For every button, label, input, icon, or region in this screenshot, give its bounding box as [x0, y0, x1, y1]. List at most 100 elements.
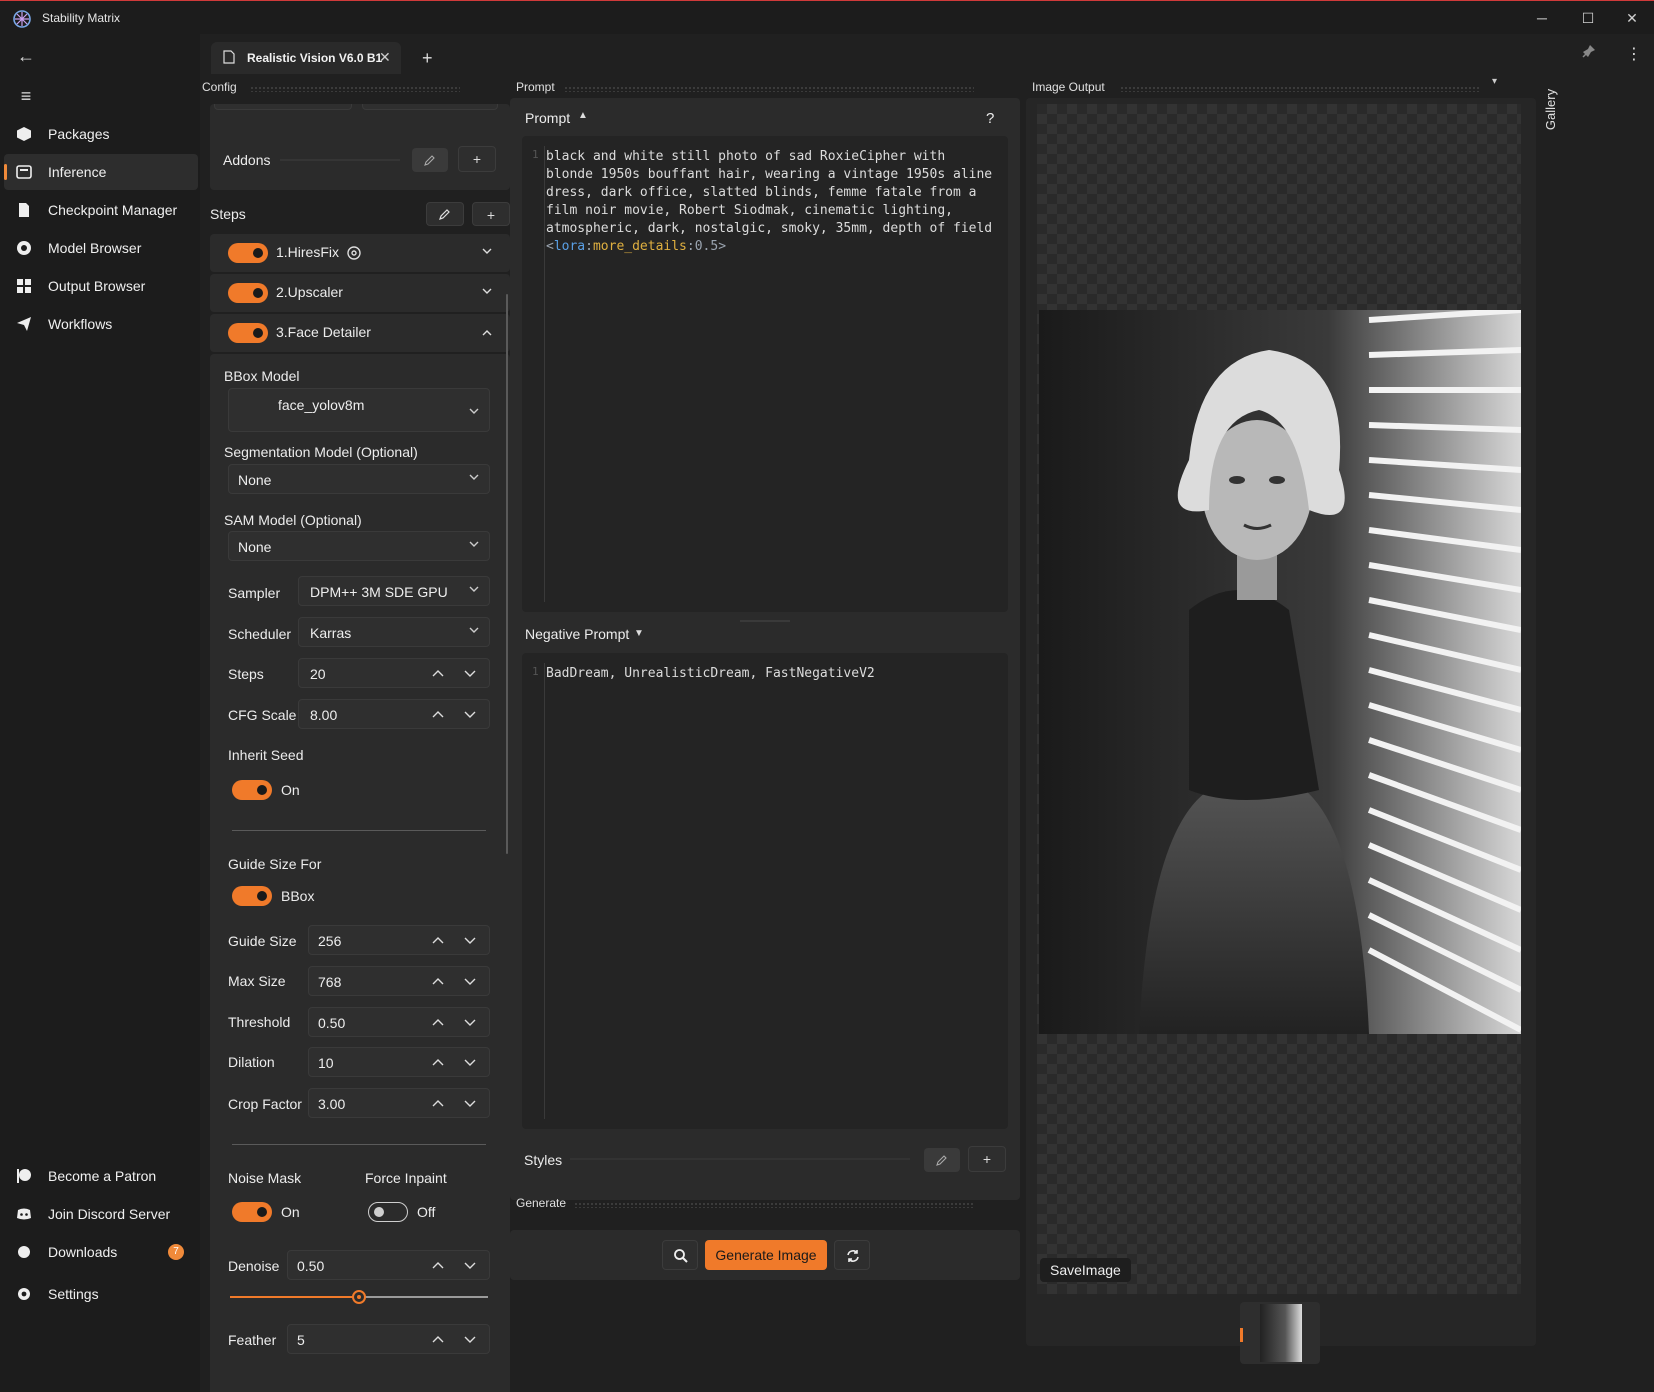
crop-factor-input[interactable]: 3.00	[308, 1088, 490, 1118]
thumbnail-image[interactable]	[1260, 1304, 1302, 1362]
max-size-input[interactable]: 768	[308, 966, 490, 996]
more-options-icon[interactable]: ⋮	[1626, 44, 1642, 64]
sidebar-item-downloads[interactable]: Downloads 7	[4, 1234, 198, 1270]
increment-icon[interactable]	[431, 1055, 445, 1069]
close-window-button[interactable]: ✕	[1620, 7, 1644, 29]
steps-section-label: Steps	[210, 206, 246, 222]
caret-down-icon[interactable]: ▼	[634, 628, 644, 639]
increment-icon[interactable]	[431, 666, 445, 680]
decrement-icon[interactable]	[463, 666, 477, 680]
hiresfix-toggle[interactable]	[228, 243, 268, 263]
zoom-button[interactable]	[662, 1240, 698, 1270]
sidebar-item-patron[interactable]: Become a Patron	[4, 1158, 198, 1194]
back-arrow-icon[interactable]: ←	[14, 44, 38, 68]
sidebar-item-discord[interactable]: Join Discord Server	[4, 1196, 198, 1232]
edit-styles-button[interactable]	[924, 1148, 960, 1172]
sidebar-item-output-browser[interactable]: Output Browser	[4, 268, 198, 304]
denoise-slider[interactable]	[230, 1290, 488, 1304]
steps-number-input[interactable]: 20	[298, 658, 490, 688]
decrement-icon[interactable]	[463, 1096, 477, 1110]
slider-thumb[interactable]	[352, 1290, 366, 1304]
increment-icon[interactable]	[431, 933, 445, 947]
sidebar-item-inference[interactable]: Inference	[4, 154, 198, 190]
decrement-icon[interactable]	[463, 1055, 477, 1069]
sampler-value: DPM++ 3M SDE GPU	[310, 584, 448, 600]
decrement-icon[interactable]	[463, 1258, 477, 1272]
feather-input[interactable]: 5	[287, 1324, 490, 1354]
config-select-right[interactable]	[362, 104, 498, 110]
inference-icon	[16, 165, 32, 179]
prompt-header[interactable]: Prompt	[525, 110, 570, 126]
decrement-icon[interactable]	[463, 1015, 477, 1029]
decrement-icon[interactable]	[463, 974, 477, 988]
sampler-label: Sampler	[228, 585, 281, 601]
denoise-label: Denoise	[228, 1258, 280, 1274]
guide-size-for-toggle[interactable]	[232, 886, 272, 906]
face-detailer-toggle[interactable]	[228, 323, 268, 343]
bbox-model-select[interactable]: face_yolov8m	[228, 388, 490, 432]
increment-icon[interactable]	[431, 1258, 445, 1272]
decrement-icon[interactable]	[463, 933, 477, 947]
increment-icon[interactable]	[431, 707, 445, 721]
scheduler-select[interactable]: Karras	[298, 617, 490, 647]
sidebar-item-checkpoint-manager[interactable]: Checkpoint Manager	[4, 192, 198, 228]
threshold-input[interactable]: 0.50	[308, 1007, 490, 1037]
gear-icon[interactable]	[346, 245, 362, 261]
increment-icon[interactable]	[431, 974, 445, 988]
splitter-handle[interactable]	[740, 620, 790, 622]
guide-size-input[interactable]: 256	[308, 925, 490, 955]
step-row-hiresfix[interactable]: 1.HiresFix	[210, 234, 510, 272]
step-row-upscaler[interactable]: 2.Upscaler	[210, 274, 510, 312]
config-select-left[interactable]	[214, 104, 352, 110]
minimize-button[interactable]: ─	[1530, 7, 1554, 29]
dilation-input[interactable]: 10	[308, 1047, 490, 1077]
max-size-label: Max Size	[228, 973, 286, 989]
panel-dropdown-icon[interactable]: ▾	[1492, 76, 1497, 87]
prompt-editor[interactable]: 1 black and white still photo of sad Rox…	[522, 136, 1008, 612]
close-tab-icon[interactable]: ✕	[379, 49, 391, 66]
increment-icon[interactable]	[431, 1096, 445, 1110]
add-addon-button[interactable]: +	[458, 146, 496, 172]
edit-addons-button[interactable]	[412, 148, 448, 172]
sam-model-select[interactable]: None	[228, 531, 490, 561]
force-inpaint-toggle[interactable]	[368, 1202, 408, 1222]
sidebar-item-workflows[interactable]: Workflows	[4, 306, 198, 342]
tab-realistic-vision[interactable]: Realistic Vision V6.0 B1 ✕	[211, 42, 401, 74]
cfg-scale-input[interactable]: 8.00	[298, 699, 490, 729]
negative-prompt-header[interactable]: Negative Prompt	[525, 626, 629, 642]
decrement-icon[interactable]	[463, 707, 477, 721]
negative-prompt-editor[interactable]: 1 BadDream, UnrealisticDream, FastNegati…	[522, 653, 1008, 1129]
noise-mask-toggle[interactable]	[232, 1202, 272, 1222]
pin-icon[interactable]	[1580, 44, 1596, 60]
edit-steps-button[interactable]	[426, 202, 464, 226]
sidebar-item-packages[interactable]: Packages	[4, 116, 198, 152]
generate-image-button[interactable]: Generate Image	[705, 1240, 827, 1270]
sampler-select[interactable]: DPM++ 3M SDE GPU	[298, 576, 490, 606]
gallery-side-tab[interactable]: Gallery	[1543, 82, 1564, 142]
auto-generate-button[interactable]	[834, 1240, 870, 1270]
upscaler-toggle[interactable]	[228, 283, 268, 303]
add-tab-button[interactable]: +	[422, 48, 433, 69]
decrement-icon[interactable]	[463, 1332, 477, 1346]
add-step-button[interactable]: +	[472, 202, 510, 226]
denoise-input[interactable]: 0.50	[287, 1250, 490, 1280]
caret-up-icon[interactable]: ▲	[578, 110, 588, 121]
sidebar-item-settings[interactable]: Settings	[4, 1276, 198, 1312]
maximize-button[interactable]: ☐	[1576, 7, 1600, 29]
editor-gutter	[544, 146, 545, 602]
generated-image[interactable]	[1039, 310, 1521, 1034]
inherit-seed-toggle[interactable]	[232, 780, 272, 800]
sidebar-item-model-browser[interactable]: Model Browser	[4, 230, 198, 266]
pencil-icon	[936, 1155, 947, 1166]
increment-icon[interactable]	[431, 1015, 445, 1029]
chevron-up-icon	[482, 330, 492, 336]
config-scrollbar[interactable]	[506, 294, 508, 854]
increment-icon[interactable]	[431, 1332, 445, 1346]
denoise-value: 0.50	[297, 1258, 325, 1274]
add-style-button[interactable]: +	[968, 1146, 1006, 1172]
segmentation-model-select[interactable]: None	[228, 464, 490, 494]
step-row-face-detailer[interactable]: 3.Face Detailer	[210, 314, 510, 352]
help-button[interactable]: ?	[986, 110, 994, 127]
hamburger-menu-icon[interactable]: ≡	[14, 84, 38, 108]
addons-label: Addons	[223, 152, 271, 168]
